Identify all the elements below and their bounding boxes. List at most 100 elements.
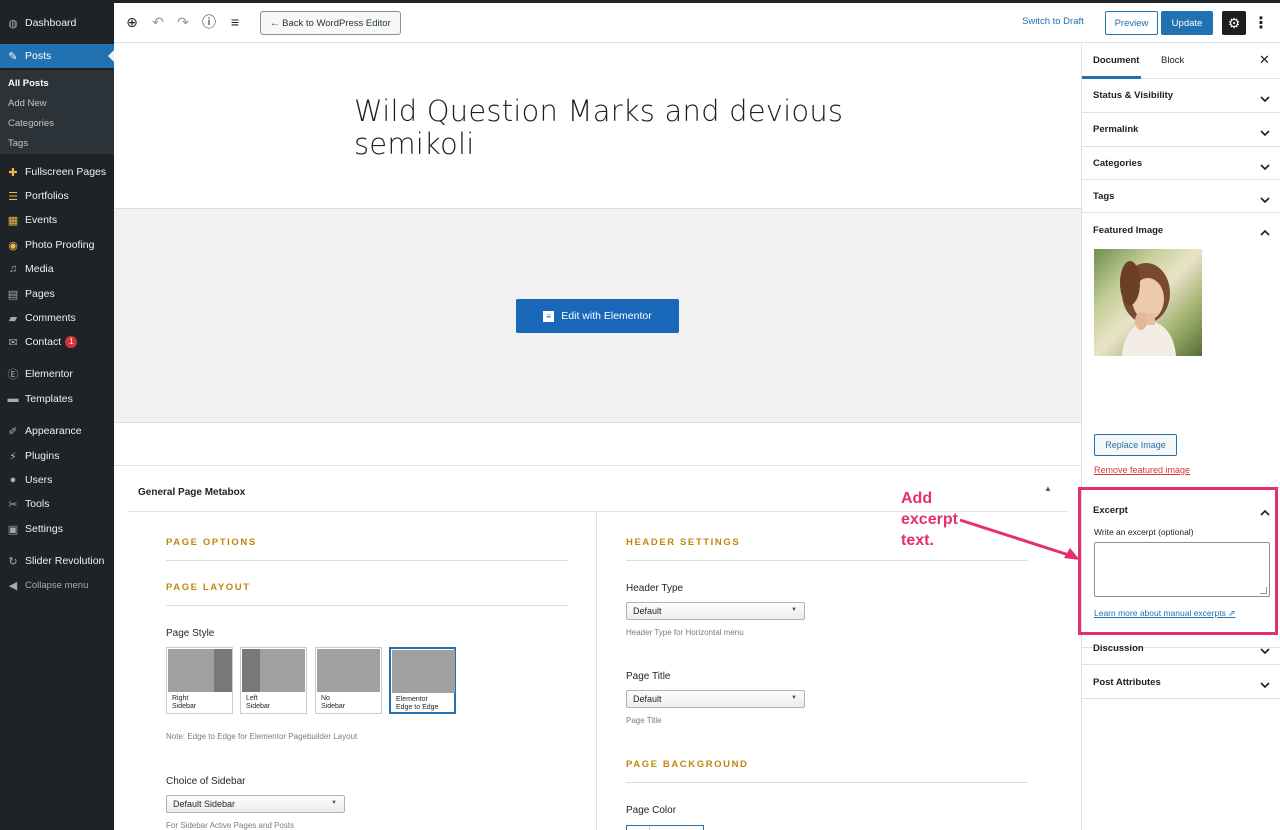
panel-status-visibility[interactable]: Status & Visibility [1082,79,1280,113]
select-value: Default Sidebar [173,799,236,809]
panel-categories[interactable]: Categories [1082,147,1280,180]
menu-pages[interactable]: ▤ Pages [0,282,114,306]
remove-featured-image-link[interactable]: Remove featured image [1094,465,1190,475]
menu-label: Elementor [25,368,73,380]
sidebar-choice-label: Choice of Sidebar [166,776,246,787]
undo-icon[interactable]: ↶ [149,13,167,31]
header-settings-heading: HEADER SETTINGS [626,537,741,548]
replace-image-button[interactable]: Replace Image [1094,434,1177,456]
menu-label: Plugins [25,450,60,462]
menu-settings[interactable]: ▣ Settings [0,517,114,541]
submenu-tags[interactable]: Tags [8,138,28,149]
collapse-icon: ◀ [8,579,18,592]
header-type-select[interactable]: Default ▼ [626,602,805,620]
menu-media[interactable]: ♫ Media [0,257,114,281]
menu-templates[interactable]: ▬ Templates [0,387,114,411]
menu-appearance[interactable]: ✐ Appearance [0,419,114,443]
style-preview [242,649,305,692]
add-block-icon[interactable]: ⊕ [123,13,141,31]
preview-button[interactable]: Preview [1105,11,1158,35]
page-style-label: Page Style [166,628,215,639]
panel-permalink[interactable]: Permalink [1082,113,1280,147]
chevron-down-icon: ▼ [331,800,337,806]
menu-portfolios[interactable]: ☰ Portfolios [0,184,114,208]
menu-photo-proofing[interactable]: ◉ Photo Proofing [0,233,114,257]
submenu-all-posts[interactable]: All Posts [8,78,49,89]
pin-icon: ✎ [8,50,18,63]
menu-label: Users [25,474,53,486]
menu-contact[interactable]: ✉ Contact 1 [0,330,114,354]
menu-comments[interactable]: ▰ Comments [0,306,114,330]
submenu-categories[interactable]: Categories [8,118,54,129]
panel-tags[interactable]: Tags [1082,180,1280,213]
page-title-label: Page Title [626,671,671,682]
more-options-icon[interactable]: ⋮ [1253,12,1269,34]
back-to-editor-button[interactable]: ← Back to WordPress Editor [260,11,401,35]
close-icon[interactable]: ✕ [1259,52,1270,68]
style-preview [168,649,232,692]
elementor-icon: Ⓔ [7,369,19,381]
page-color-picker[interactable] [626,825,704,830]
update-button[interactable]: Update [1161,11,1213,35]
chevron-down-icon: ▼ [791,695,797,701]
annotation-arrow-icon [959,518,1080,560]
comment-icon: ▰ [8,312,18,325]
grid-icon: ☰ [8,190,18,203]
info-icon[interactable]: ⓘ [200,13,218,31]
menu-dashboard[interactable]: ◍ Dashboard [0,11,114,35]
panel-post-attributes[interactable]: Post Attributes [1082,665,1280,699]
excerpt-highlight-box [1078,487,1278,635]
sidebar-select[interactable]: Default Sidebar ▼ [166,795,345,813]
tab-document[interactable]: Document [1093,55,1139,66]
folder-icon: ▬ [7,393,19,405]
metabox-toggle-icon[interactable]: ▲ [1044,484,1052,493]
tab-block[interactable]: Block [1161,55,1184,66]
menu-collapse[interactable]: ◀ Collapse menu [0,573,114,597]
style-right-sidebar[interactable]: Right Sidebar [166,647,233,714]
editor-toolbar: ⊕ ↶ ↷ ⓘ ≡ ← Back to WordPress Editor Swi… [114,3,1280,43]
divider [626,782,1028,783]
featured-image-thumbnail[interactable] [1094,249,1202,356]
panel-title: Categories [1093,158,1143,169]
outline-list-icon[interactable]: ≡ [226,13,244,31]
panel-title: Tags [1093,191,1115,202]
menu-label: Comments [25,312,76,324]
dashboard-icon: ◍ [8,17,18,30]
style-edge-to-edge[interactable]: Elementor Edge to Edge [389,647,456,714]
settings-gear-icon[interactable]: ⚙ [1222,11,1246,35]
chevron-down-icon [1260,192,1270,204]
refresh-icon: ↻ [8,555,18,568]
page-title-select[interactable]: Default ▼ [626,690,805,708]
chevron-down-icon [1260,643,1270,655]
chevron-up-icon[interactable] [1260,225,1270,236]
menu-label: Media [25,263,54,275]
style-no-sidebar[interactable]: No Sidebar [315,647,382,714]
style-preview [392,650,455,693]
panel-title[interactable]: Featured Image [1093,225,1163,236]
page-background-heading: PAGE BACKGROUND [626,759,749,770]
menu-posts[interactable]: ✎ Posts [0,44,114,68]
edit-with-elementor-button[interactable]: ≡ Edit with Elementor [516,299,679,333]
switch-to-draft-link[interactable]: Switch to Draft [1022,16,1084,27]
menu-plugins[interactable]: ⚡ Plugins [0,444,114,468]
menu-events[interactable]: ▦ Events [0,208,114,232]
menu-slider-revolution[interactable]: ↻ Slider Revolution [0,549,114,573]
submenu-add-new[interactable]: Add New [8,98,47,109]
page-color-label: Page Color [626,805,677,816]
panel-title: Discussion [1093,643,1144,654]
elementor-button-label: Edit with Elementor [561,310,652,322]
menu-fullscreen-pages[interactable]: ✚ Fullscreen Pages [0,160,114,184]
menu-label: Appearance [25,425,82,437]
post-title[interactable]: Wild Question Marks and devious semikoli [354,95,854,161]
metabox-title: General Page Metabox [138,487,246,498]
menu-elementor[interactable]: Ⓔ Elementor [0,362,114,386]
menu-users[interactable]: ● Users [0,468,114,492]
menu-tools[interactable]: ✂ Tools [0,492,114,516]
calendar-icon: ▦ [7,214,19,227]
style-left-sidebar[interactable]: Left Sidebar [240,647,307,714]
redo-icon[interactable]: ↷ [174,13,192,31]
panel-discussion[interactable]: Discussion [1082,631,1280,665]
style-note: Note: Edge to Edge for Elementor Pagebui… [166,732,358,741]
menu-label: Pages [25,288,55,300]
menu-label: Fullscreen Pages [25,166,107,178]
